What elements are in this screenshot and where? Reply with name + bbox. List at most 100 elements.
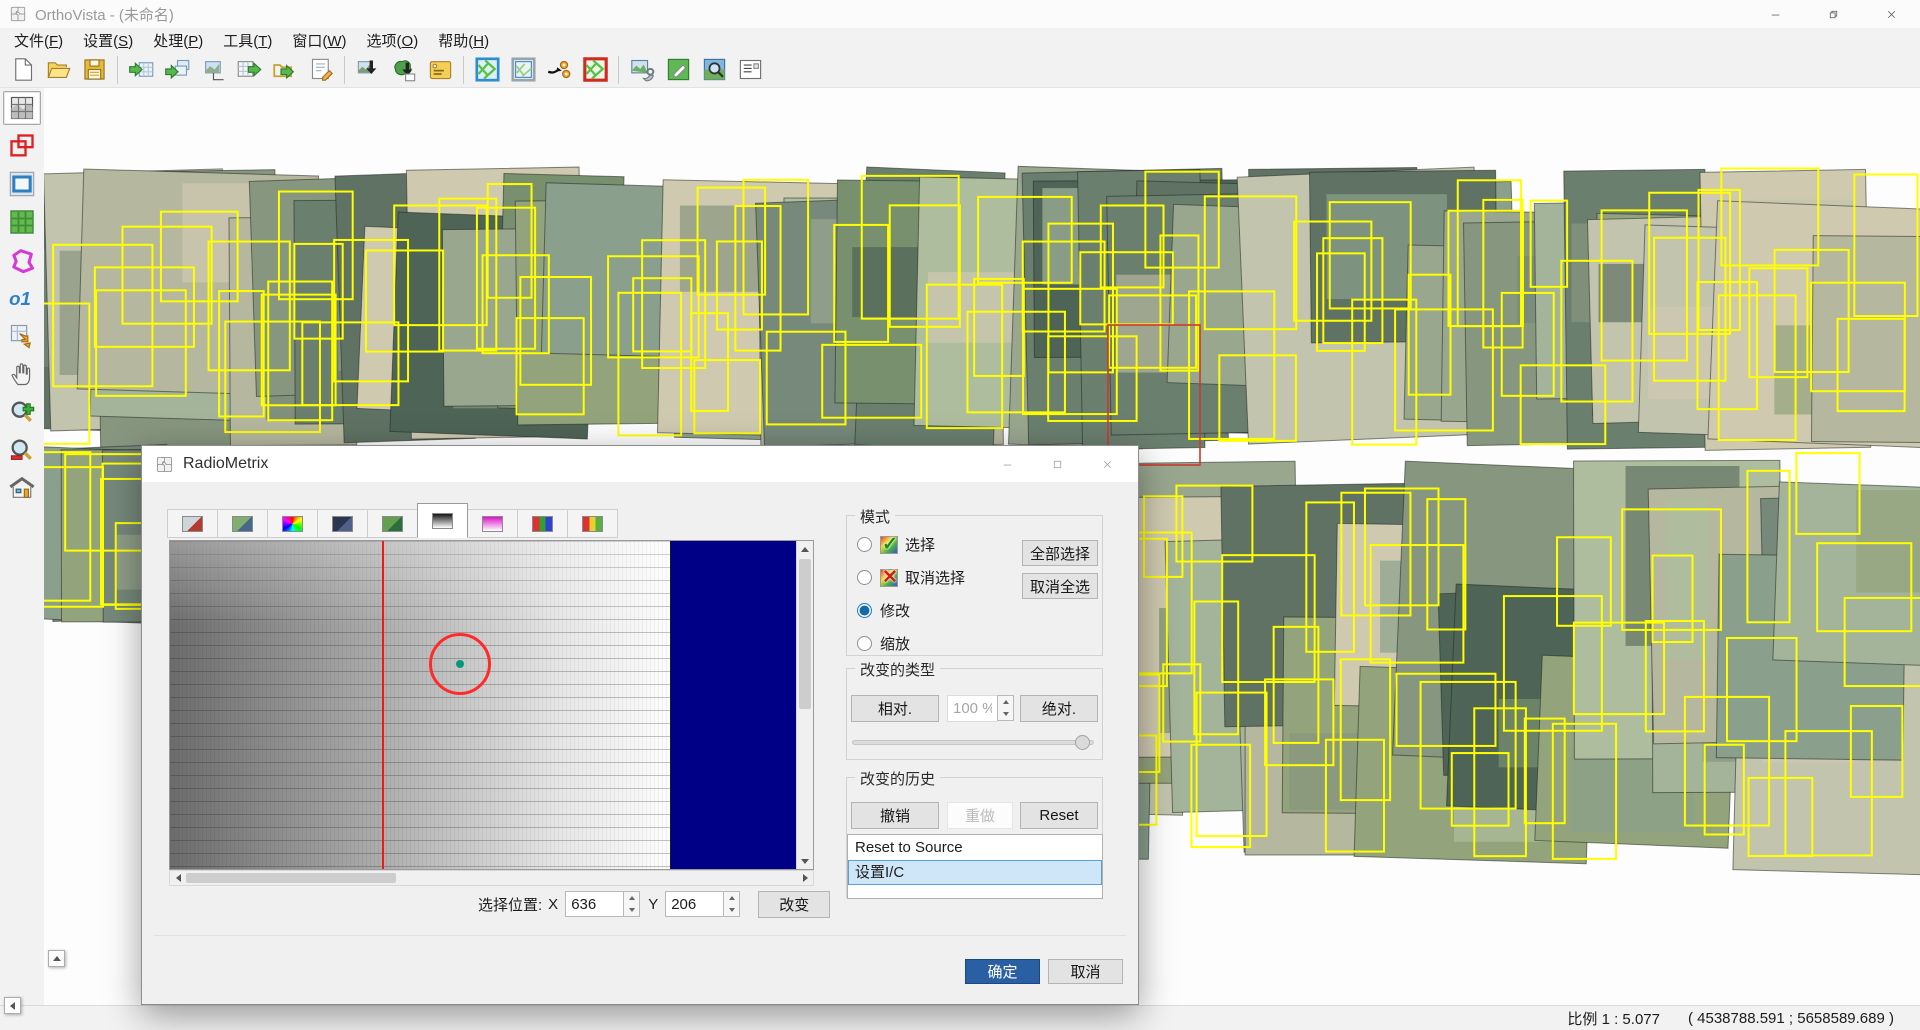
tiles-red-button[interactable]: [577, 54, 613, 86]
hscroll-left-button[interactable]: [4, 997, 21, 1014]
minimize-button[interactable]: [1746, 0, 1804, 28]
export-grid-button[interactable]: [231, 54, 267, 86]
polygon-tool-tool[interactable]: [3, 243, 41, 277]
radio-unchecked[interactable]: [857, 537, 872, 552]
dialog-close-button[interactable]: [1082, 446, 1132, 482]
new-document-button[interactable]: [4, 54, 40, 86]
dialog-separator: [154, 935, 1126, 936]
project-form-button[interactable]: [732, 54, 768, 86]
restore-button[interactable]: [1804, 0, 1862, 28]
toolbar-separator: [618, 55, 619, 84]
open-project-button[interactable]: [40, 54, 76, 86]
menu-w[interactable]: 窗口(W): [282, 28, 356, 53]
tiles-grey-button[interactable]: [505, 54, 541, 86]
home-view-tool[interactable]: [3, 471, 41, 505]
zoom-in-tool[interactable]: [3, 395, 41, 429]
import-folder-button[interactable]: [267, 54, 303, 86]
catalog-button[interactable]: [422, 54, 458, 86]
reset-button[interactable]: Reset: [1020, 802, 1098, 829]
history-entry[interactable]: 设置I/C: [848, 860, 1102, 885]
dialog-title: RadioMetrix: [183, 455, 269, 472]
pan-tool-tool[interactable]: [3, 357, 41, 391]
edit-report-button[interactable]: [303, 54, 339, 86]
slider-handle[interactable]: [1075, 735, 1091, 750]
ortho-1-tool[interactable]: o1: [3, 281, 41, 315]
tab-color-wheel[interactable]: [267, 509, 318, 538]
image-tools-icon: [630, 59, 654, 82]
tab-color-bars[interactable]: [567, 509, 618, 538]
vscroll-up-arrow[interactable]: [797, 541, 813, 557]
tab-dark-image[interactable]: [317, 509, 368, 538]
vscroll-down-arrow[interactable]: [797, 853, 813, 869]
dialog-maximize-button[interactable]: [1032, 446, 1082, 482]
hscroll-left-arrow[interactable]: [170, 871, 186, 885]
radio-checked[interactable]: [857, 603, 872, 618]
save-shape-button[interactable]: [386, 54, 422, 86]
x-coordinate-input[interactable]: [565, 891, 624, 917]
close-button[interactable]: [1862, 0, 1920, 28]
history-entry[interactable]: Reset to Source: [848, 835, 1102, 860]
hscroll-right-arrow[interactable]: [797, 871, 813, 885]
radio-unchecked[interactable]: [857, 636, 872, 651]
select-all-button[interactable]: 全部选择: [1022, 540, 1098, 566]
menu-s[interactable]: 设置(S): [73, 28, 143, 53]
tiles-blue-button[interactable]: [469, 54, 505, 86]
deselect-all-button[interactable]: 取消全选: [1022, 573, 1098, 599]
tab-photo[interactable]: [217, 509, 268, 538]
histogram-panel[interactable]: [169, 540, 814, 870]
import-image-button[interactable]: [123, 54, 159, 86]
y-coordinate-input[interactable]: [665, 891, 724, 917]
absolute-button[interactable]: 绝对.: [1020, 695, 1098, 722]
zoom-tool-button[interactable]: [696, 54, 732, 86]
ok-button[interactable]: 确定: [965, 959, 1040, 984]
relative-button[interactable]: 相对.: [851, 695, 939, 722]
menu-p[interactable]: 处理(P): [143, 28, 213, 53]
image-tools-button[interactable]: [624, 54, 660, 86]
insert-image-button[interactable]: [195, 54, 231, 86]
vscroll-thumb[interactable]: [799, 559, 811, 709]
hscroll-thumb[interactable]: [186, 873, 396, 883]
y-spinner[interactable]: [723, 891, 741, 917]
menu-f[interactable]: 文件(F): [4, 28, 73, 53]
magenta-gradient-icon: [482, 515, 503, 532]
color-bars-icon: [582, 515, 603, 532]
x-spinner[interactable]: [623, 891, 641, 917]
menu-t[interactable]: 工具(T): [213, 28, 282, 53]
seam-editor-tool[interactable]: [3, 129, 41, 163]
pan-tool-icon: [11, 363, 31, 386]
save-image-button[interactable]: [350, 54, 386, 86]
run-process-button[interactable]: [541, 54, 577, 86]
dialog-titlebar[interactable]: RadioMetrix: [142, 446, 1138, 482]
histogram-gradient[interactable]: [170, 541, 670, 869]
zoom-out-tool[interactable]: [3, 433, 41, 467]
tab-rgb-gradient[interactable]: [517, 509, 568, 538]
dialog-minimize-button[interactable]: [982, 446, 1032, 482]
undo-button[interactable]: 撤销: [851, 802, 939, 829]
edit-image-button[interactable]: [660, 54, 696, 86]
vscroll-up-button[interactable]: [48, 950, 65, 967]
tab-projector[interactable]: [167, 509, 218, 538]
tab-gray-gradient[interactable]: [417, 503, 468, 538]
change-button[interactable]: 改变: [758, 890, 831, 918]
percent-spinner[interactable]: [997, 695, 1014, 721]
menu-o[interactable]: 选项(O): [357, 28, 429, 53]
tab-green-image[interactable]: [367, 509, 418, 538]
run-process-icon: [547, 60, 570, 79]
mosaic-view-tool[interactable]: [3, 91, 41, 125]
grid-view-tool[interactable]: [3, 205, 41, 239]
import-image-stack-button[interactable]: [159, 54, 195, 86]
change-history-group: 改变的历史 撤销 重做 Reset Reset to Source 设置I/C: [846, 768, 1103, 899]
histogram-hscrollbar[interactable]: [169, 870, 814, 886]
histogram-vscrollbar[interactable]: [796, 541, 813, 869]
zoom-out-icon: [10, 439, 32, 460]
amount-slider[interactable]: [852, 735, 1094, 750]
radio-unchecked[interactable]: [857, 570, 872, 585]
cancel-button[interactable]: 取消: [1048, 959, 1123, 984]
histogram-blue-band[interactable]: [670, 541, 797, 869]
tab-magenta-gradient[interactable]: [467, 509, 518, 538]
save-project-button[interactable]: [76, 54, 112, 86]
menu-h[interactable]: 帮助(H): [428, 28, 499, 53]
tiles-red-icon: [582, 57, 608, 82]
rectangle-select-tool[interactable]: [3, 167, 41, 201]
tile-export-tool[interactable]: [3, 319, 41, 353]
